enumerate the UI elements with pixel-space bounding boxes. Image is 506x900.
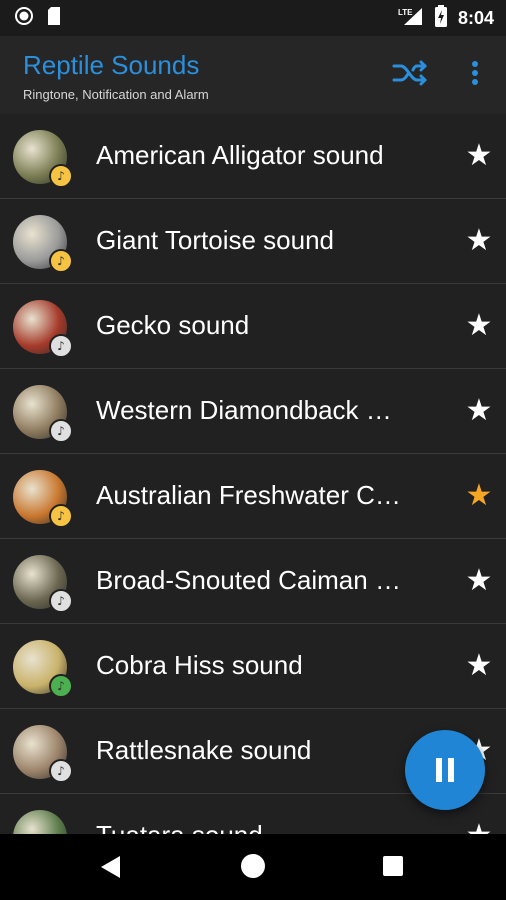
recents-icon[interactable] (383, 856, 403, 876)
sound-title: Tuatara sound (96, 820, 408, 834)
favorite-star-icon[interactable]: ★ (462, 309, 496, 343)
network-type: LTE (398, 8, 413, 17)
circle-notification-icon (14, 6, 34, 31)
list-item[interactable]: ♪ Cobra Hiss sound ★ (0, 624, 506, 709)
sd-card-icon (46, 6, 62, 31)
music-note-icon: ♪ (49, 674, 73, 698)
pause-button[interactable] (405, 730, 485, 810)
list-item[interactable]: ♪ American Alligator sound ★ (0, 114, 506, 199)
home-icon[interactable] (241, 854, 265, 878)
pause-icon (433, 758, 457, 782)
app-title: Reptile Sounds (23, 50, 200, 80)
favorite-star-icon[interactable]: ★ (462, 819, 496, 835)
music-note-icon: ♪ (49, 589, 73, 613)
list-item[interactable]: ♪ Broad-Snouted Caiman sound ★ (0, 539, 506, 624)
sound-title: American Alligator sound (96, 140, 384, 170)
sound-list: ♪ American Alligator sound ★ ♪ Giant Tortois… (0, 114, 506, 834)
back-icon[interactable] (98, 854, 122, 885)
music-note-icon: ♪ (49, 419, 73, 443)
app-bar: Reptile Sounds Ringtone, Notification an… (0, 36, 506, 114)
favorite-star-icon[interactable]: ★ (462, 394, 496, 428)
shuffle-button[interactable] (390, 58, 432, 92)
list-item[interactable]: ♪ Giant Tortoise sound ★ (0, 199, 506, 284)
app-subtitle: Ringtone, Notification and Alarm (23, 87, 209, 102)
favorite-star-icon[interactable]: ★ (462, 564, 496, 598)
battery-charging-icon (434, 4, 448, 32)
list-item[interactable]: ♪ Australian Freshwater Crocodile sound ★ (0, 454, 506, 539)
music-note-icon: ♪ (49, 759, 73, 783)
music-note-icon: ♪ (49, 249, 73, 273)
sound-thumbnail (13, 810, 67, 834)
music-note-icon: ♪ (49, 504, 73, 528)
sound-title: Broad-Snouted Caiman sound (96, 565, 408, 595)
shuffle-icon (392, 59, 430, 92)
more-vert-icon (471, 60, 479, 91)
sound-title: Giant Tortoise sound (96, 225, 334, 255)
more-options-button[interactable] (460, 58, 490, 92)
music-note-icon: ♪ (49, 334, 73, 358)
navigation-bar (0, 834, 506, 900)
sound-title: Gecko sound (96, 310, 250, 340)
sound-title: Rattlesnake sound (96, 735, 312, 765)
list-item[interactable]: ♪ Western Diamondback Rattlesnake sound ★ (0, 369, 506, 454)
sound-title: Cobra Hiss sound (96, 650, 303, 680)
sound-title: Australian Freshwater Crocodile sound (96, 480, 408, 510)
music-note-icon: ♪ (49, 164, 73, 188)
clock: 8:04 (457, 7, 494, 28)
signal-icon: LTE (398, 6, 424, 31)
sound-title: Western Diamondback Rattlesnake sound (96, 395, 408, 425)
favorite-star-icon[interactable]: ★ (462, 649, 496, 683)
favorite-star-icon[interactable]: ★ (462, 139, 496, 173)
list-item[interactable]: ♪ Gecko sound ★ (0, 284, 506, 369)
favorite-star-icon[interactable]: ★ (462, 479, 496, 513)
status-bar: LTE 8:04 (0, 0, 506, 36)
favorite-star-icon[interactable]: ★ (462, 224, 496, 258)
